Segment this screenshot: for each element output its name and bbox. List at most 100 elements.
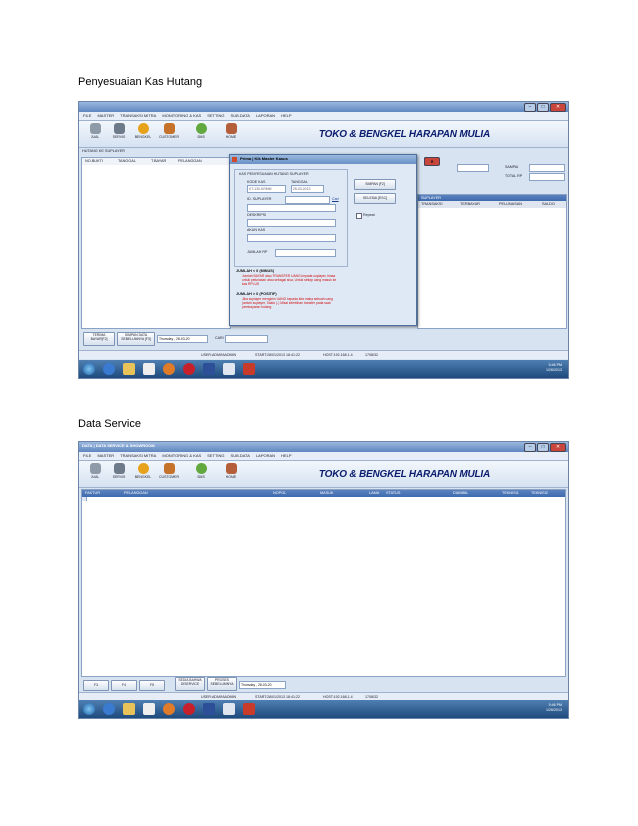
- tool-customer[interactable]: CUSTOMER: [159, 463, 179, 479]
- menu-help[interactable]: HELP: [281, 112, 291, 120]
- taskbar: 5:46 PM 1/26/2013: [79, 700, 568, 718]
- menu-monitoring[interactable]: MONITORING & KAS: [162, 452, 201, 460]
- servis-icon: [113, 463, 125, 474]
- tanggal-field[interactable]: 28-03-2013: [291, 185, 324, 193]
- menubar: FILE MASTER TRANSAKSI MITRA MONITORING &…: [79, 112, 568, 121]
- day-select[interactable]: Thursday , 28-03-20: [239, 681, 286, 689]
- app-icon[interactable]: [223, 703, 235, 715]
- media-icon[interactable]: [143, 363, 155, 375]
- menu-setting[interactable]: SETTING: [207, 112, 224, 120]
- opera-icon[interactable]: [183, 703, 195, 715]
- tool-servis[interactable]: SERVIS: [109, 463, 129, 479]
- firefox-icon[interactable]: [163, 363, 175, 375]
- hutang-grid[interactable]: NO.BUKTI TANGGAL T.BAYAR PELANGGAN: [81, 157, 231, 329]
- maximize-button[interactable]: □: [537, 103, 549, 112]
- right-summary: SAMPAI TOTAL RP: [419, 162, 565, 188]
- simpan-data-button[interactable]: SIMPAN DATA SEBELUMNYA [F3]: [117, 332, 155, 346]
- tool-home[interactable]: HOME: [221, 123, 241, 139]
- menu-master[interactable]: MASTER: [97, 112, 114, 120]
- day-select[interactable]: Thursday , 28-03-20: [157, 335, 208, 343]
- ie-icon[interactable]: [103, 703, 115, 715]
- f3-button[interactable]: F3: [83, 680, 109, 691]
- tool-customer[interactable]: CUSTOMER: [159, 123, 179, 139]
- col-teknisi1: TEKNISI1: [502, 491, 519, 495]
- terima-bayar-button[interactable]: TERIMA BAYAR[F2]: [83, 332, 115, 346]
- app2-icon[interactable]: [243, 703, 255, 715]
- menu-file[interactable]: FILE: [83, 112, 91, 120]
- menu-setting[interactable]: SETTING: [207, 452, 224, 460]
- proses-button[interactable]: PROSES SEBELUMNYA: [207, 677, 237, 691]
- tool-servis[interactable]: SERVIS: [109, 123, 129, 139]
- ie-icon[interactable]: [103, 363, 115, 375]
- folder-icon[interactable]: [123, 363, 135, 375]
- minimize-button[interactable]: –: [524, 103, 536, 112]
- jual-icon: [89, 123, 101, 134]
- akun-select[interactable]: [247, 234, 336, 242]
- col-pelunasan: PELUNASAN: [499, 202, 523, 206]
- kode-field[interactable]: KT-130-KRMM: [247, 185, 286, 193]
- plus-title: JUMLAH > 0 (POSITIF): [236, 292, 277, 296]
- akun-label: AKUN KAS: [247, 228, 266, 232]
- window-title: DATA | DATA SERVICE & SHOWROOM: [82, 443, 155, 448]
- menu-transaksi[interactable]: TRANSAKSI MITRA: [120, 452, 156, 460]
- cari-field[interactable]: [225, 335, 268, 343]
- tool-home[interactable]: HOME: [221, 463, 241, 479]
- col-terbayar: TERBAYAR: [460, 202, 480, 206]
- col-pelanggan: PELANGGAN: [178, 159, 202, 163]
- id-suplayer-field[interactable]: [285, 196, 330, 204]
- transaksi-grid[interactable]: SUPLAYER TRANSAKSI TERBAYAR PELUNASAN SA…: [417, 194, 567, 329]
- tool-bengkel[interactable]: BENGKEL: [133, 123, 153, 139]
- close-button[interactable]: ✕: [550, 103, 566, 112]
- kas-dialog: Prima | Kik Master Kasus – □ ✕ KAS PENYE…: [229, 154, 440, 326]
- opera-icon[interactable]: [183, 363, 195, 375]
- minimize-button[interactable]: –: [524, 443, 536, 452]
- word-icon[interactable]: [203, 703, 215, 715]
- right-field-a[interactable]: [457, 164, 489, 172]
- menu-help[interactable]: HELP: [281, 452, 291, 460]
- close-button[interactable]: ✕: [550, 443, 566, 452]
- right-col-header: TRANSAKSI TERBAYAR PELUNASAN SALDO: [418, 201, 566, 208]
- repeat-checkbox[interactable]: [356, 213, 362, 219]
- f5-button[interactable]: F5: [139, 680, 165, 691]
- customer-icon: [163, 463, 175, 474]
- col-saldo: SALDO: [542, 202, 555, 206]
- tool-jual[interactable]: JUAL: [85, 463, 105, 479]
- kode-label: KODE KAS: [247, 180, 266, 184]
- cari-link[interactable]: Cari: [332, 197, 339, 201]
- menubar: FILE MASTER TRANSAKSI MITRA MONITORING &…: [79, 452, 568, 461]
- dialog-close[interactable]: ✕: [424, 157, 440, 166]
- f4-button[interactable]: F4: [111, 680, 137, 691]
- folder-icon[interactable]: [123, 703, 135, 715]
- deskripsi-field[interactable]: [247, 219, 336, 227]
- tool-jual[interactable]: JUAL: [85, 123, 105, 139]
- total-field[interactable]: [529, 173, 565, 181]
- menu-file[interactable]: FILE: [83, 452, 91, 460]
- menu-laporan[interactable]: LAPORAN: [256, 452, 275, 460]
- service-grid[interactable]: FAKTUR PELANGGAN NOPOL MASUK LAMA STATUS…: [81, 489, 566, 677]
- menu-laporan[interactable]: LAPORAN: [256, 112, 275, 120]
- menu-master[interactable]: MASTER: [97, 452, 114, 460]
- suplayer-name-field[interactable]: [247, 204, 336, 212]
- start-icon[interactable]: [83, 703, 95, 715]
- start-icon[interactable]: [83, 363, 95, 375]
- tool-bengkel[interactable]: BENGKEL: [133, 463, 153, 479]
- maximize-button[interactable]: □: [537, 443, 549, 452]
- app2-icon[interactable]: [243, 363, 255, 375]
- simpan-button[interactable]: SIMPAN [F2]: [354, 179, 396, 190]
- sedia-button[interactable]: SEDIA BAHWA DISERVICE: [175, 677, 205, 691]
- word-icon[interactable]: [203, 363, 215, 375]
- jumlah-field[interactable]: [275, 249, 336, 257]
- menu-subdata[interactable]: SUB.DATA: [231, 452, 250, 460]
- media-icon[interactable]: [143, 703, 155, 715]
- selesai-button[interactable]: SELESAI [ESC]: [354, 193, 396, 204]
- screenshot-penyesuaian-kas: – □ ✕ FILE MASTER TRANSAKSI MITRA MONITO…: [78, 101, 569, 379]
- firefox-icon[interactable]: [163, 703, 175, 715]
- tool-sms[interactable]: SMS: [191, 123, 211, 139]
- menu-monitoring[interactable]: MONITORING & KAS: [162, 112, 201, 120]
- caption-penyesuaian: Penyesuaian Kas Hutang: [78, 76, 203, 88]
- sampai-field[interactable]: [529, 164, 565, 172]
- app-icon[interactable]: [223, 363, 235, 375]
- tool-sms[interactable]: SMS: [191, 463, 211, 479]
- menu-transaksi[interactable]: TRANSAKSI MITRA: [120, 112, 156, 120]
- menu-subdata[interactable]: SUB.DATA: [231, 112, 250, 120]
